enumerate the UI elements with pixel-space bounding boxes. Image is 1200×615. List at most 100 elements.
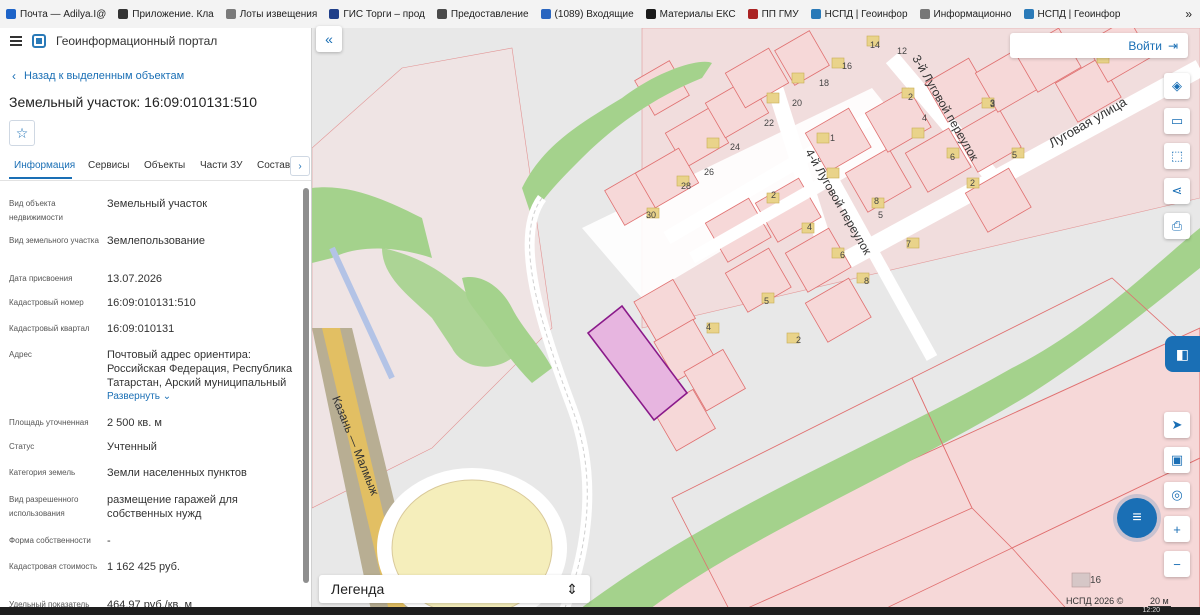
chevron-right-icon: › bbox=[298, 160, 302, 172]
double-chevron-left-icon: « bbox=[325, 31, 333, 47]
panel-header: Геоинформационный портал bbox=[0, 28, 311, 54]
map-svg: 3-й Луговой переулок 4-й Луговой переуло… bbox=[312, 28, 1200, 615]
print-button[interactable]: ⎙ bbox=[1164, 213, 1190, 239]
layers-icon: ◈ bbox=[1172, 78, 1182, 93]
plus-icon: + bbox=[1173, 521, 1181, 537]
login-icon: ⇥ bbox=[1167, 38, 1178, 53]
active-tab-indicator bbox=[9, 177, 72, 179]
house-number: 5 bbox=[1012, 150, 1017, 160]
taskbar-clock: 12:20 bbox=[1142, 607, 1160, 614]
detail-label: Адрес bbox=[9, 350, 32, 359]
house-number: 1 bbox=[830, 133, 835, 143]
house-number: 14 bbox=[870, 40, 880, 50]
login-button[interactable]: Войти ⇥ bbox=[1010, 33, 1188, 58]
menu-icon[interactable] bbox=[10, 36, 22, 46]
house-number: 2 bbox=[970, 178, 975, 188]
house-number: 4 bbox=[922, 113, 927, 123]
bookmark-item[interactable]: Материалы ЕКС bbox=[640, 9, 742, 20]
house-number: 2 bbox=[908, 92, 913, 102]
bookmark-favicon-icon bbox=[919, 9, 930, 19]
tab-composition[interactable]: Состав bbox=[257, 160, 290, 171]
legend-panel[interactable]: Легенда ⇕ bbox=[319, 575, 590, 603]
bookmark-label: НСПД | Геоинфор bbox=[824, 8, 908, 20]
detail-label: Вид земельного участка bbox=[9, 236, 99, 245]
house-number: 2 bbox=[771, 190, 776, 200]
share-button[interactable]: ⋖ bbox=[1164, 178, 1190, 204]
search-location-button[interactable]: ◎ bbox=[1164, 482, 1190, 508]
bookmark-item[interactable]: Почта — Adilya.I@ bbox=[0, 9, 112, 20]
panel-scrollbar[interactable] bbox=[303, 188, 309, 583]
detail-label: Дата присвоения bbox=[9, 274, 73, 283]
portal-title: Геоинформационный портал bbox=[56, 34, 218, 48]
bookmark-label: (1089) Входящие bbox=[554, 8, 634, 20]
tab-parts[interactable]: Части ЗУ bbox=[200, 160, 242, 171]
house-number: 24 bbox=[730, 142, 740, 152]
detail-value: 16:09:010131:510 bbox=[107, 297, 196, 309]
bookmark-favicon-icon bbox=[6, 9, 16, 19]
house-number: 6 bbox=[950, 152, 955, 162]
bookmark-item[interactable]: Информационно bbox=[914, 9, 1018, 20]
ruler-icon: ▭ bbox=[1170, 113, 1184, 128]
house-number: 2 bbox=[796, 335, 801, 345]
bookmark-label: Информационно bbox=[933, 8, 1012, 20]
navigation-arrow-icon: ➤ bbox=[1171, 417, 1183, 432]
zoom-in-button[interactable]: + bbox=[1164, 516, 1190, 542]
geolocation-button[interactable]: ➤ bbox=[1164, 412, 1190, 438]
select-area-icon: ⬚ bbox=[1170, 148, 1184, 163]
detail-value: - bbox=[107, 535, 111, 547]
detail-value: 13.07.2026 bbox=[107, 273, 163, 285]
detail-value: Земельный участок bbox=[107, 198, 208, 210]
side-widget-button[interactable]: ◧ bbox=[1165, 336, 1200, 372]
house-number: 20 bbox=[792, 98, 802, 108]
bookmark-item[interactable]: Лоты извещения bbox=[220, 9, 324, 20]
bookmark-label: НСПД | Геоинфор bbox=[1037, 8, 1121, 20]
favorite-button[interactable]: ☆ bbox=[9, 120, 35, 146]
house-number: 16 bbox=[1090, 575, 1102, 586]
select-area-button[interactable]: ⬚ bbox=[1164, 143, 1190, 169]
detail-value: Земли населенных пунктов bbox=[107, 467, 247, 479]
bookmarks-overflow-icon[interactable]: » bbox=[1177, 7, 1200, 21]
portal-logo-icon bbox=[32, 34, 46, 48]
bookmark-label: ГИС Торги – прод bbox=[343, 8, 425, 20]
detail-label: Вид объекта недвижимости bbox=[9, 199, 63, 222]
bookmark-item[interactable]: НСПД | Геоинфор bbox=[1018, 9, 1127, 20]
house-number: 8 bbox=[864, 276, 869, 286]
chevron-left-icon: ‹ bbox=[12, 69, 16, 83]
chat-button[interactable]: ≡ bbox=[1117, 498, 1157, 538]
detail-label: Кадастровый номер bbox=[9, 298, 84, 307]
house-number: 12 bbox=[897, 46, 907, 56]
measure-button[interactable]: ▭ bbox=[1164, 108, 1190, 134]
detail-label: Площадь уточненная bbox=[9, 418, 89, 427]
detail-label: Вид разрешенного использования bbox=[9, 495, 79, 518]
tab-services[interactable]: Сервисы bbox=[88, 160, 129, 171]
map-canvas[interactable]: 3-й Луговой переулок 4-й Луговой переуло… bbox=[312, 28, 1200, 615]
house-number: 6 bbox=[840, 250, 845, 260]
bookmark-favicon-icon bbox=[225, 9, 236, 19]
tab-objects[interactable]: Объекты bbox=[144, 160, 185, 171]
detail-value: 1 162 425 руб. bbox=[107, 561, 180, 573]
house-number: 26 bbox=[704, 167, 714, 177]
bookmark-item[interactable]: ГИС Торги – прод bbox=[323, 9, 431, 20]
bookmark-item[interactable]: НСПД | Геоинфор bbox=[805, 9, 914, 20]
layers-button[interactable]: ◈ bbox=[1164, 73, 1190, 99]
object-title: Земельный участок: 16:09:010131:510 bbox=[9, 94, 258, 110]
bookmark-label: Материалы ЕКС bbox=[659, 8, 736, 20]
house-number: 7 bbox=[906, 239, 911, 249]
tabs-scroll-right-button[interactable]: › bbox=[290, 156, 310, 176]
basemap-button[interactable]: ▣ bbox=[1164, 447, 1190, 473]
chevron-down-icon: ⌄ bbox=[160, 391, 172, 402]
house-number: 4 bbox=[807, 222, 812, 232]
bookmark-item[interactable]: Приложение. Кла bbox=[112, 9, 219, 20]
house-number: 5 bbox=[764, 296, 769, 306]
bookmark-label: Почта — Adilya.I@ bbox=[20, 8, 107, 20]
bookmark-label: Предоставление bbox=[450, 8, 529, 20]
bookmark-item[interactable]: Предоставление bbox=[431, 9, 535, 20]
detail-value: 16:09:010131 bbox=[107, 323, 175, 335]
back-link[interactable]: ‹ Назад к выделенным объектам bbox=[12, 69, 184, 83]
collapse-panel-button[interactable]: « bbox=[316, 26, 342, 52]
bookmark-item[interactable]: ПП ГМУ bbox=[742, 9, 805, 20]
bookmark-item[interactable]: (1089) Входящие bbox=[535, 9, 640, 20]
expand-address-link[interactable]: Развернуть ⌄ bbox=[107, 391, 171, 402]
tab-info[interactable]: Информация bbox=[14, 160, 75, 171]
zoom-out-button[interactable]: − bbox=[1164, 551, 1190, 577]
